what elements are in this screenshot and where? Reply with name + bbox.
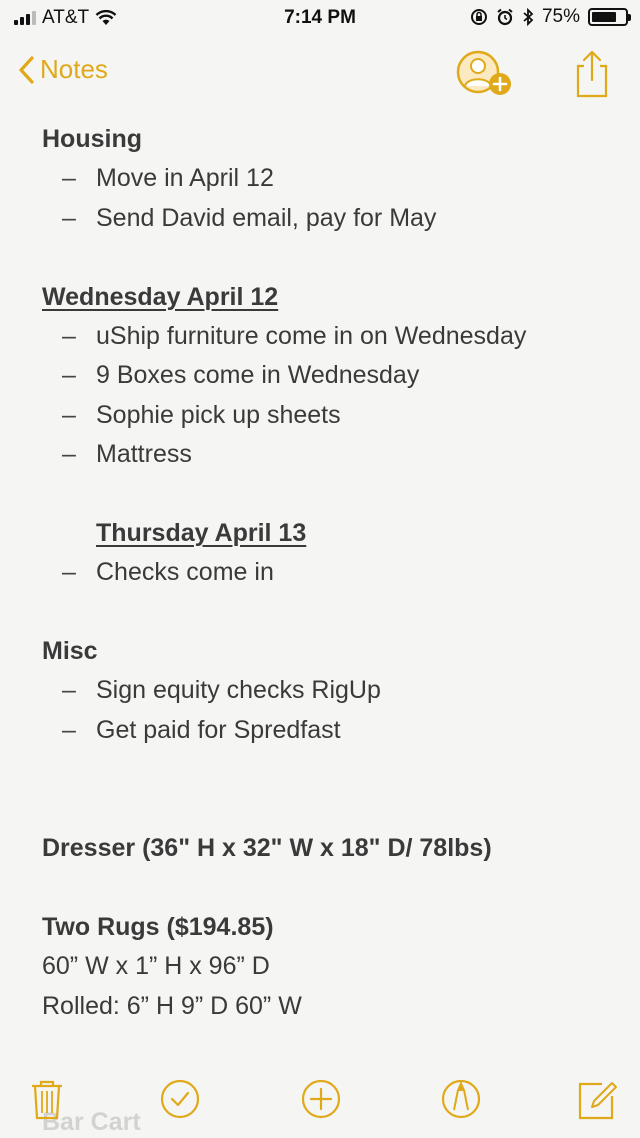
note-blank-line xyxy=(42,750,620,789)
compose-icon xyxy=(578,1082,617,1120)
note-bullet-item: 9 Boxes come in Wednesday xyxy=(42,356,620,396)
bottom-toolbar xyxy=(0,1062,640,1138)
note-body[interactable]: Housing Move in April 12Send David email,… xyxy=(42,120,620,1026)
checklist-icon xyxy=(160,1079,200,1119)
share-button[interactable] xyxy=(572,48,612,98)
chevron-left-icon xyxy=(19,55,34,84)
note-blank-line xyxy=(42,238,620,277)
delete-button[interactable] xyxy=(22,1074,72,1124)
note-subheading: Thursday April 13 xyxy=(96,518,307,547)
note-bullet-item: Get paid for Spredfast xyxy=(42,711,620,751)
checklist-button[interactable] xyxy=(155,1074,205,1124)
battery-icon xyxy=(588,8,631,26)
sketch-icon xyxy=(441,1079,481,1119)
add-icon xyxy=(301,1079,341,1119)
compose-button[interactable] xyxy=(572,1074,622,1124)
battery-percent: 75% xyxy=(541,6,580,27)
note-heading: Misc xyxy=(42,637,98,666)
note-bullet-item: Mattress xyxy=(42,435,620,475)
note-text-line: 60” W x 1” H x 96” D xyxy=(42,952,270,981)
back-label: Notes xyxy=(40,54,108,84)
bluetooth-icon xyxy=(523,8,534,26)
note-heading: Housing xyxy=(42,125,142,153)
add-button[interactable] xyxy=(296,1074,346,1124)
status-right: 75% xyxy=(470,6,631,28)
sketch-button[interactable] xyxy=(436,1074,486,1124)
trash-icon xyxy=(32,1080,62,1120)
note-text-line: Rolled: 6” H 9” D 60” W xyxy=(42,991,302,1020)
note-blank-line xyxy=(42,790,620,829)
share-icon xyxy=(576,50,608,98)
note-blank-line xyxy=(42,475,620,514)
add-people-button[interactable] xyxy=(456,48,518,98)
note-bullet-item: Sophie pick up sheets xyxy=(42,396,620,436)
note-bullet-item: Sign equity checks RigUp xyxy=(42,671,620,711)
note-bullet-item: Checks come in xyxy=(42,553,620,593)
battery-level xyxy=(592,12,616,22)
nav-bar: Notes xyxy=(0,44,640,104)
back-button[interactable]: Notes xyxy=(18,54,108,85)
note-bullet-item: uShip furniture come in on Wednesday xyxy=(42,317,620,357)
orientation-lock-icon xyxy=(470,9,487,25)
note-blank-line xyxy=(42,868,620,907)
note-bullet-item: Move in April 12 xyxy=(42,159,620,199)
add-person-icon xyxy=(456,50,511,95)
note-bullet-item: Send David email, pay for May xyxy=(42,199,620,239)
alarm-icon xyxy=(497,8,513,26)
note-heading: Dresser (36" H x 32" W x 18" D/ 78lbs) xyxy=(42,834,492,863)
note-heading: Wednesday April 12 xyxy=(42,282,279,311)
status-bar: AT&T 7:14 PM 75% xyxy=(0,0,640,36)
note-heading: Two Rugs ($194.85) xyxy=(42,912,274,941)
note-blank-line xyxy=(42,593,620,632)
